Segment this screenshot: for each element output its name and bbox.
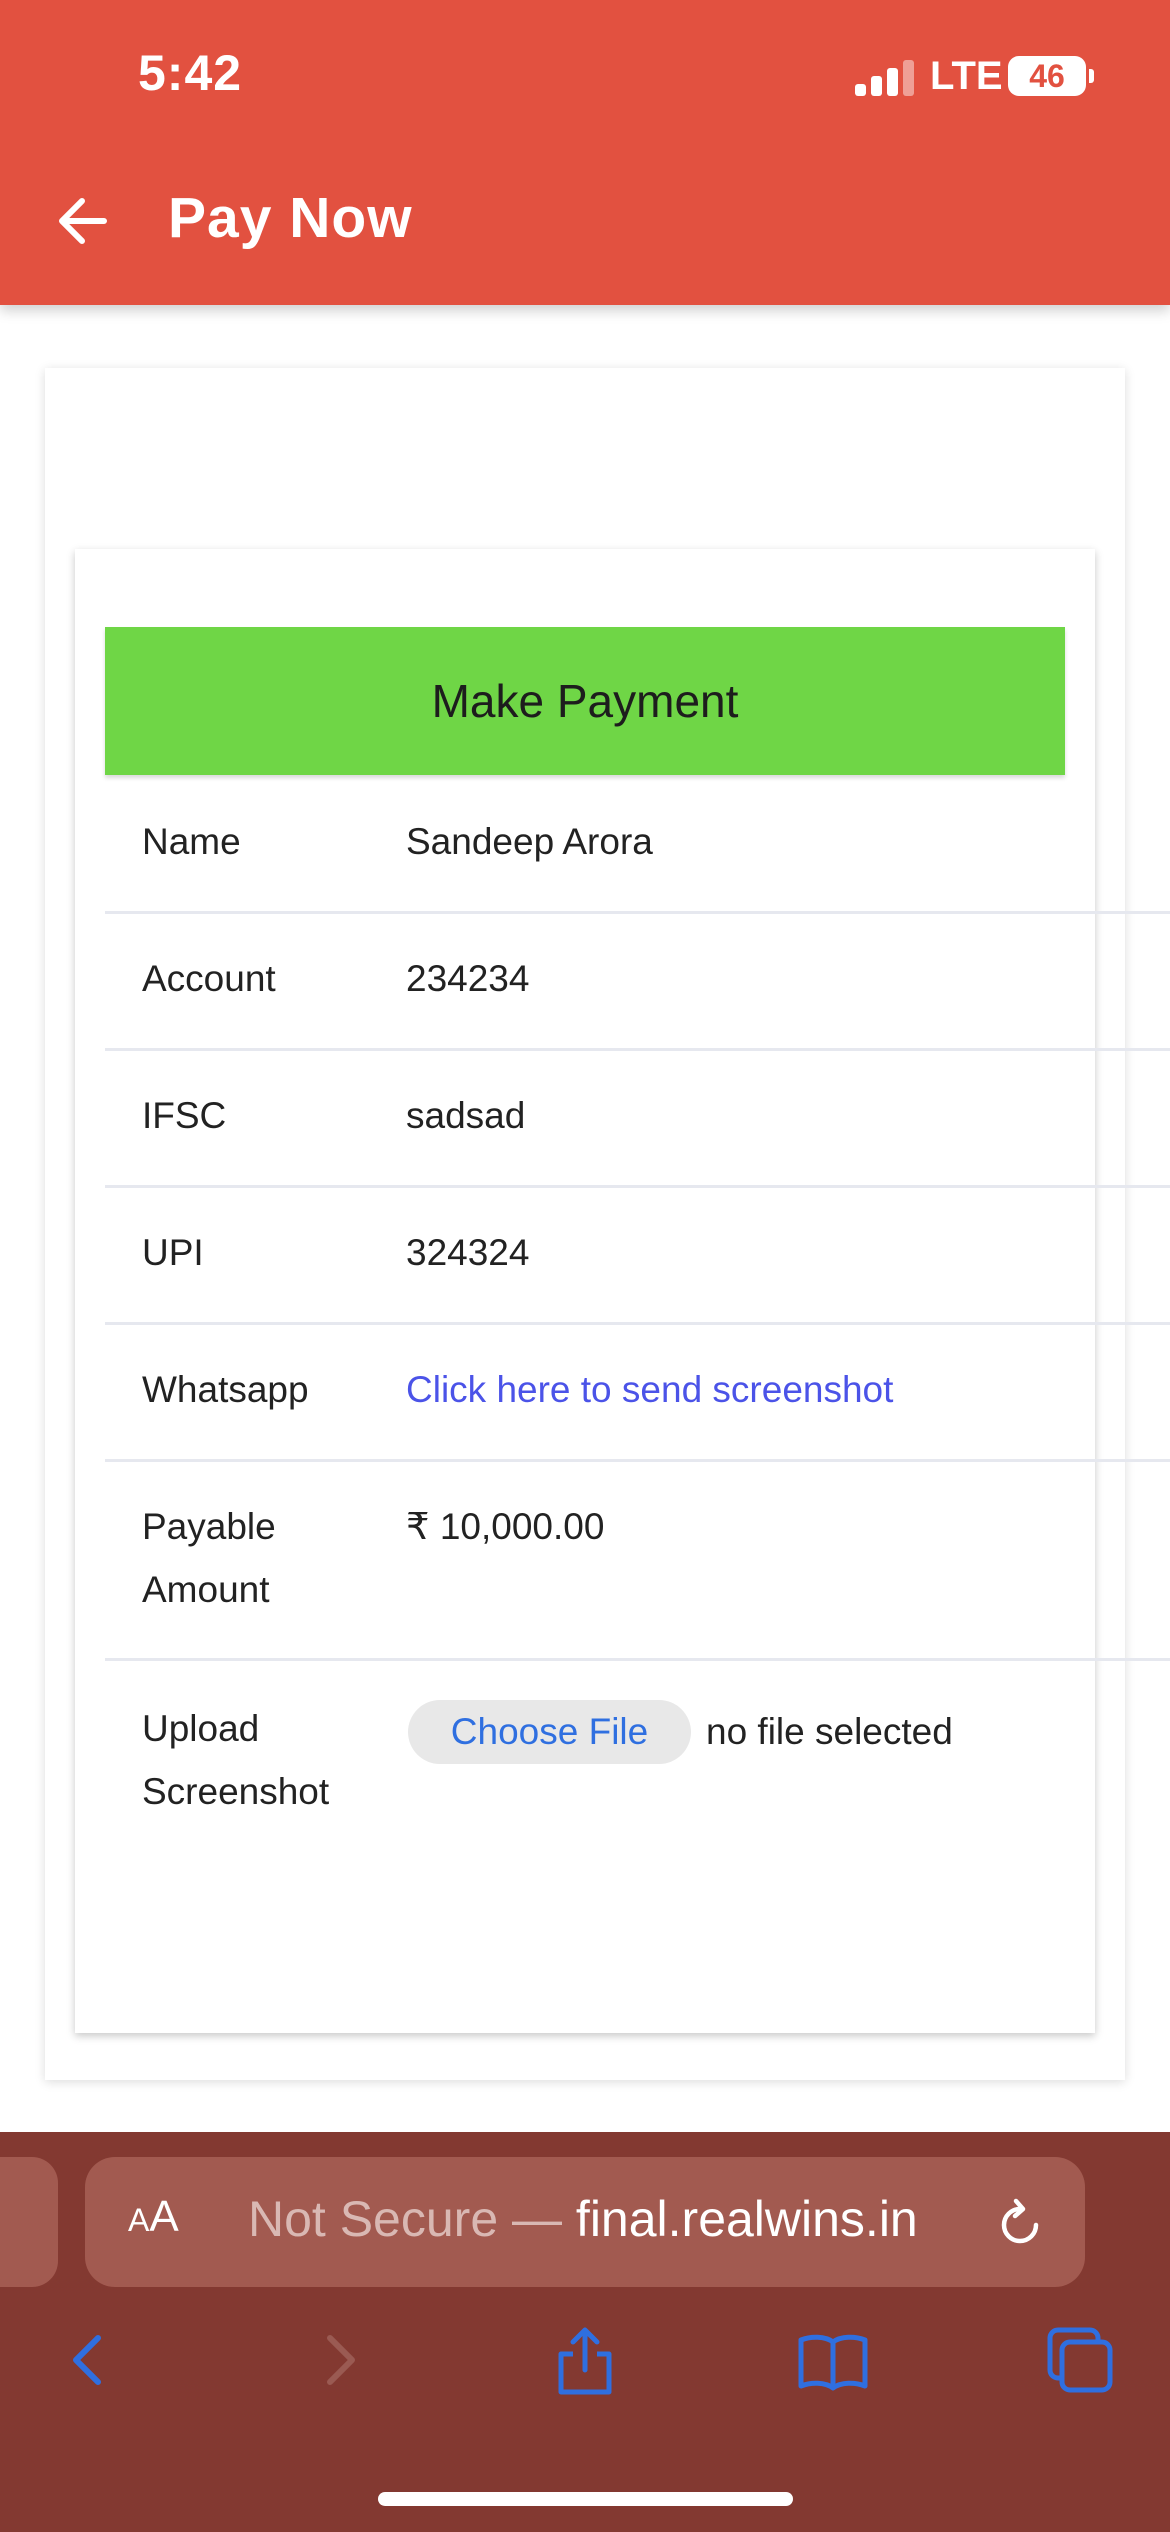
back-icon bbox=[73, 2335, 101, 2385]
row-divider bbox=[105, 1658, 1170, 1661]
tabs-button[interactable] bbox=[1040, 2320, 1120, 2400]
share-button[interactable] bbox=[545, 2320, 625, 2400]
bookmarks-button[interactable] bbox=[793, 2320, 873, 2400]
browser-back-button[interactable] bbox=[48, 2320, 128, 2400]
row-divider bbox=[105, 1459, 1170, 1462]
whatsapp-label: Whatsapp bbox=[142, 1369, 309, 1410]
ifsc-value: sadsad bbox=[406, 1095, 526, 1136]
name-value: Sandeep Arora bbox=[406, 821, 653, 862]
upi-label: UPI bbox=[142, 1232, 204, 1273]
aa-label: A bbox=[149, 2192, 179, 2241]
bookmarks-icon bbox=[798, 2334, 868, 2391]
network-type: LTE bbox=[930, 54, 1003, 98]
choose-file-button[interactable]: Choose File bbox=[408, 1700, 691, 1764]
row-divider bbox=[105, 1185, 1170, 1188]
security-label: Not Secure — bbox=[248, 2191, 563, 2247]
back-button[interactable] bbox=[48, 185, 120, 257]
browser-forward-button[interactable] bbox=[300, 2320, 380, 2400]
payable-amount-label: Payable Amount bbox=[142, 1506, 276, 1610]
name-label: Name bbox=[142, 821, 241, 862]
row-divider bbox=[105, 1322, 1170, 1325]
reload-button[interactable] bbox=[990, 2195, 1050, 2255]
upload-screenshot-label: Upload Screenshot bbox=[142, 1708, 330, 1812]
previous-tab[interactable] bbox=[0, 2157, 58, 2287]
page-title: Pay Now bbox=[168, 186, 413, 250]
status-time: 5:42 bbox=[138, 45, 243, 101]
file-status: no file selected bbox=[706, 1711, 953, 1752]
reader-settings-button[interactable]: AA bbox=[128, 2192, 179, 2242]
tabs-icon bbox=[1047, 2327, 1113, 2393]
arrow-left-icon bbox=[59, 198, 107, 244]
ifsc-label: IFSC bbox=[142, 1095, 227, 1136]
battery-icon: 46 bbox=[1008, 56, 1086, 96]
home-indicator bbox=[378, 2492, 793, 2506]
url-text[interactable]: Not Secure — final.realwins.in bbox=[248, 2190, 918, 2248]
reload-icon bbox=[1001, 2198, 1039, 2244]
row-divider bbox=[105, 911, 1170, 914]
upi-value: 324324 bbox=[406, 1232, 530, 1273]
battery-tip bbox=[1089, 69, 1094, 83]
domain-label: final.realwins.in bbox=[575, 2191, 918, 2247]
account-label: Account bbox=[142, 958, 276, 999]
make-payment-banner: Make Payment bbox=[105, 627, 1065, 775]
forward-icon bbox=[327, 2335, 355, 2385]
signal-icon bbox=[855, 60, 915, 96]
payable-amount-value: ₹ 10,000.00 bbox=[406, 1506, 605, 1547]
row-divider bbox=[105, 1048, 1170, 1051]
app-bar: 5:42 LTE 46 Pay Now bbox=[0, 0, 1170, 305]
whatsapp-link[interactable]: Click here to send screenshot bbox=[406, 1358, 893, 1421]
share-icon bbox=[558, 2327, 612, 2395]
account-value: 234234 bbox=[406, 958, 530, 999]
